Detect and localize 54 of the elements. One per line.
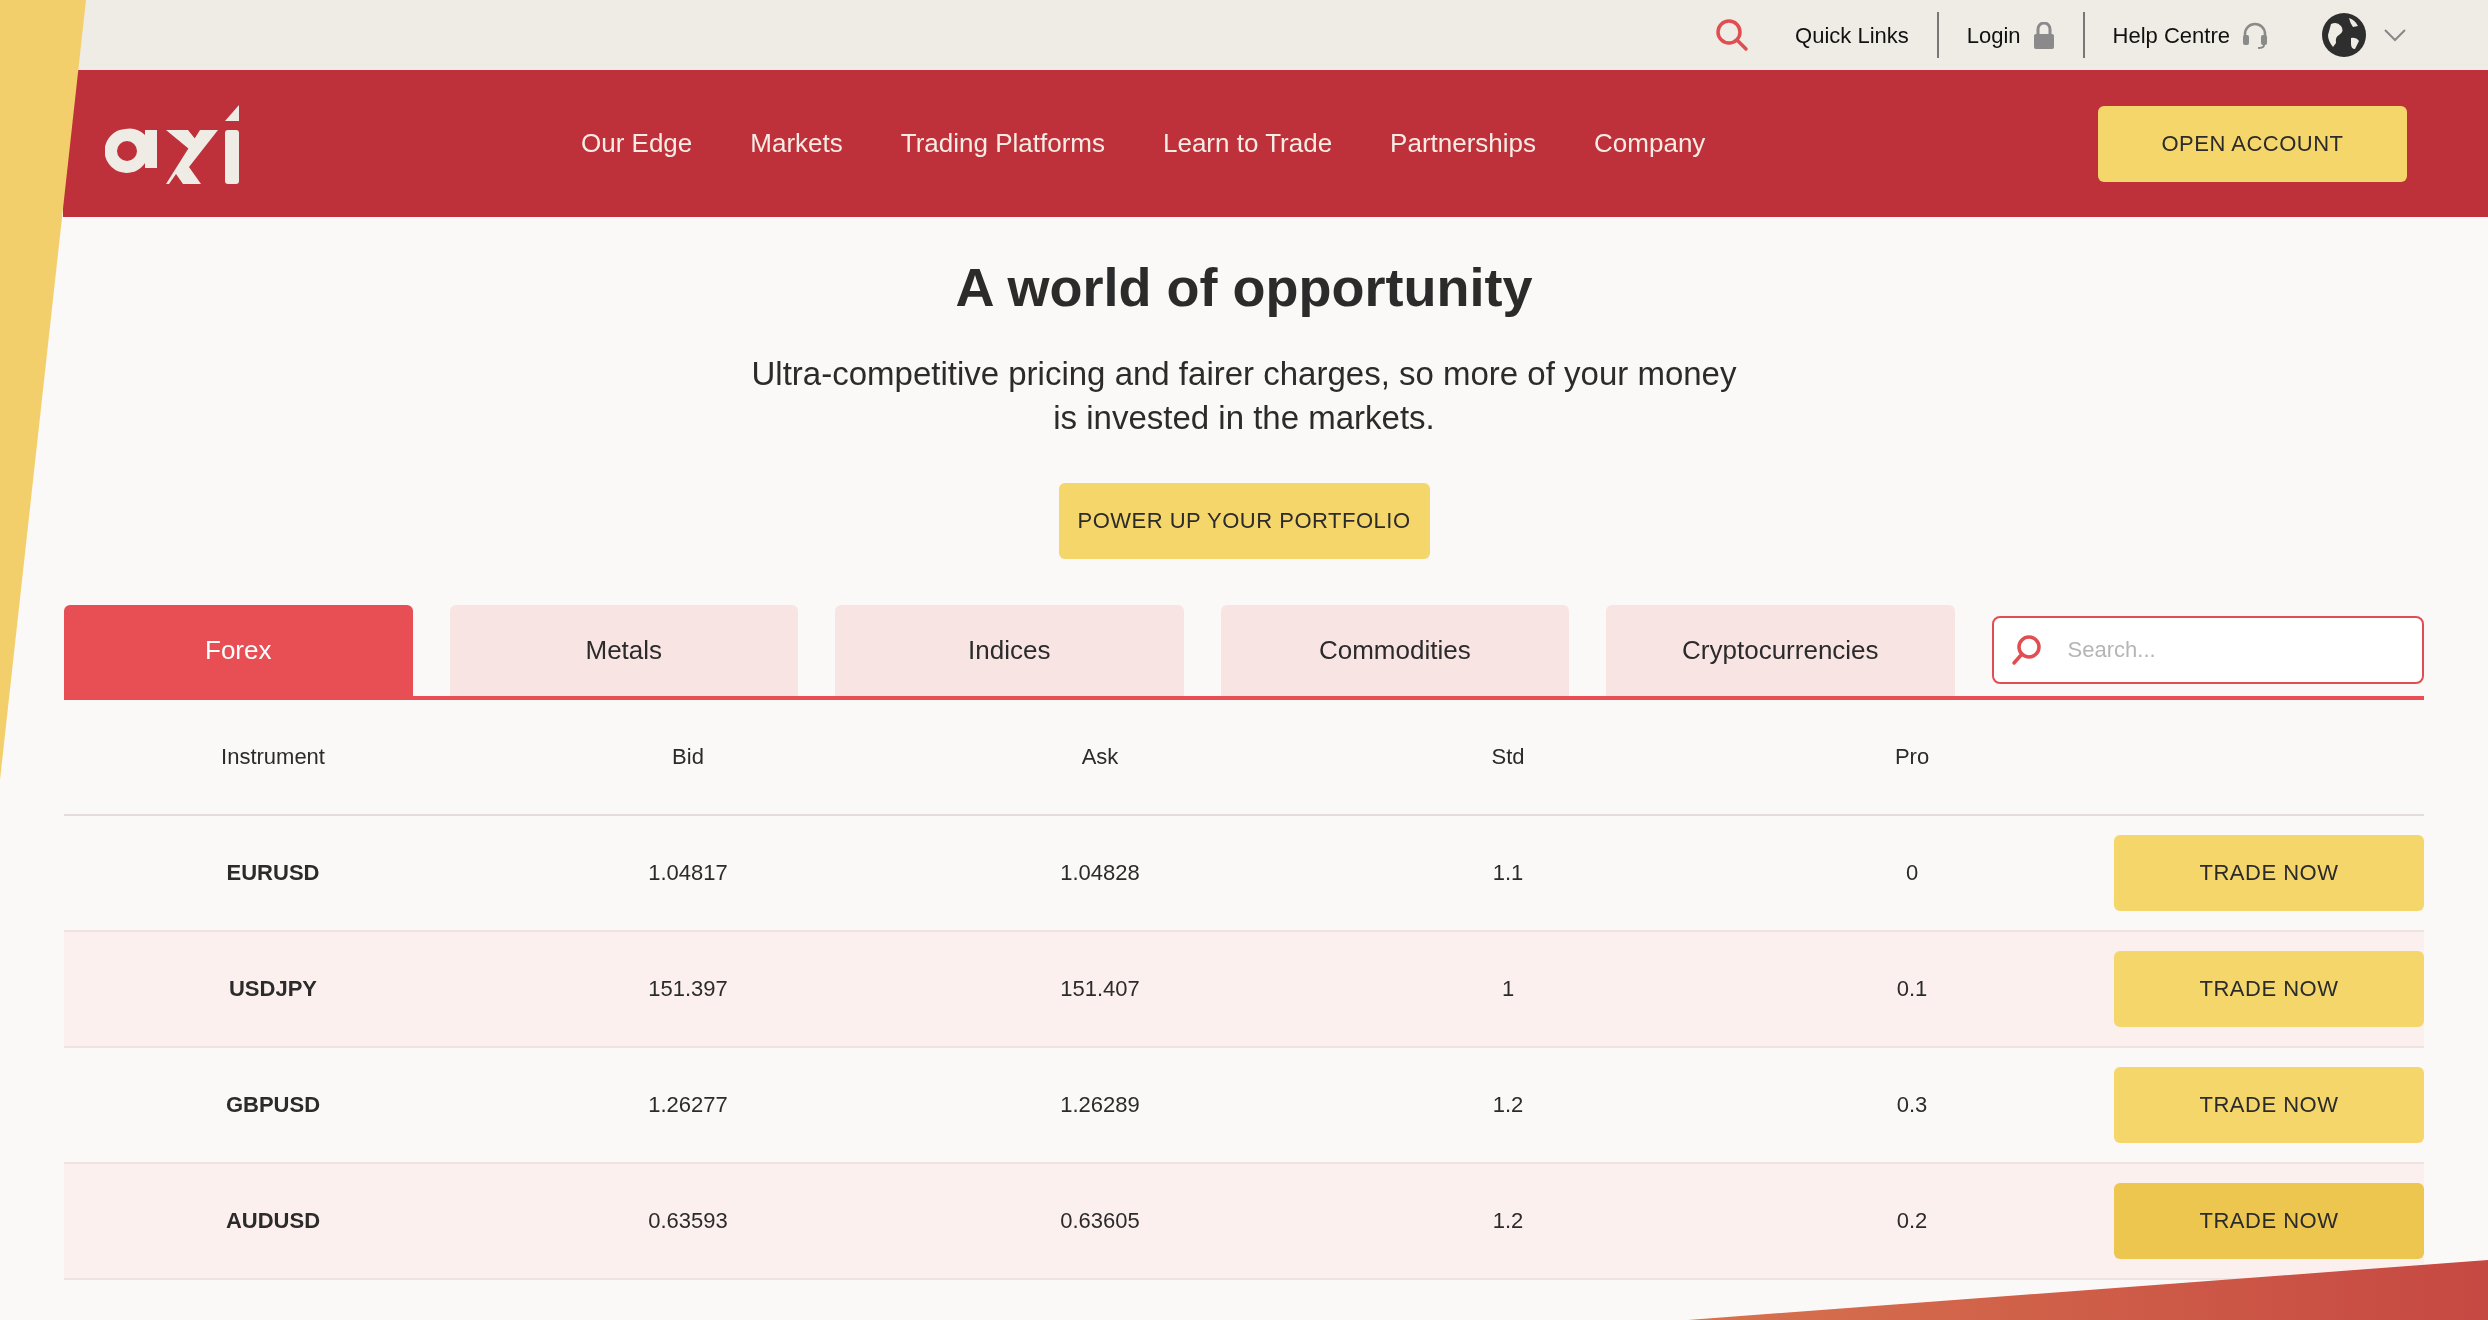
category-tab[interactable]: Metals [449, 604, 799, 696]
table-cell-text: 1.04828 [1059, 859, 1141, 888]
chevron-down-icon [2383, 28, 2407, 42]
table-cell-text: 1.04817 [647, 859, 729, 888]
column-header: Instrument [220, 743, 326, 772]
table-cell-text: 1 [1500, 975, 1516, 1004]
page-heading: A world of opportunity [954, 256, 1534, 319]
table-cell-text: 151.407 [1059, 975, 1141, 1004]
lock-icon [2032, 21, 2055, 49]
nav-link[interactable]: Trading Platforms [900, 124, 1105, 163]
category-tab[interactable]: Cryptocurrencies [1606, 604, 1955, 696]
trade-now-button[interactable]: TRADE NOW [2114, 950, 2424, 1027]
table-cell-text: 0.2 [1895, 1207, 1929, 1236]
instrument-link[interactable]: GBPUSD [225, 1092, 321, 1118]
table-cell-text: 1.2 [1491, 1207, 1525, 1236]
category-tab[interactable]: Commodities [1220, 604, 1570, 696]
table-cell-text: 1.1 [1491, 859, 1525, 888]
table-cell-text: 151.397 [647, 975, 729, 1004]
column-header: Std [1490, 743, 1526, 772]
column-header: Ask [1080, 743, 1120, 772]
nav-link[interactable]: Our Edge [581, 124, 693, 163]
search-field[interactable]: Search... [1991, 615, 2424, 684]
instrument-link[interactable]: USDJPY [228, 976, 317, 1002]
table-cell-text: 0.63593 [647, 1207, 729, 1236]
open-account-button[interactable]: OPEN ACCOUNT [2098, 105, 2407, 182]
table-cell-text: 0 [1904, 859, 1920, 888]
table-cell-text: 1.26289 [1059, 1091, 1141, 1120]
table-cell-text: 0.1 [1895, 975, 1929, 1004]
trade-now-button[interactable]: TRADE NOW [2114, 1182, 2424, 1259]
instrument-link[interactable]: EURUSD [226, 860, 320, 886]
hero-subtitle: Ultra-competitive pricing and fairer charges, so more of your money is invested in the markets. [750, 353, 1738, 439]
login-link[interactable]: Login [1938, 18, 2083, 52]
globe-icon [2321, 12, 2367, 58]
column-header: Bid [671, 743, 705, 772]
help-centre-link[interactable]: Help Centre [2084, 18, 2296, 52]
column-header: Pro [1893, 743, 1931, 772]
headset-icon [2242, 21, 2268, 49]
category-tab[interactable]: Indices [835, 604, 1184, 696]
search-icon [2009, 632, 2044, 667]
table-cell-text: 0.3 [1895, 1091, 1929, 1120]
trade-now-button[interactable]: TRADE NOW [2114, 1066, 2424, 1143]
table-cell-text: 1.2 [1491, 1091, 1525, 1120]
category-tab[interactable]: Forex [64, 604, 413, 696]
table-cell-text: 1.26277 [647, 1091, 729, 1120]
nav-link[interactable]: Markets [750, 124, 843, 163]
language-button[interactable] [2320, 11, 2408, 59]
table-cell-text: 0.63605 [1059, 1207, 1141, 1236]
nav-link[interactable]: Partnerships [1390, 124, 1537, 163]
nav-link[interactable]: Company [1594, 124, 1706, 163]
nav-link[interactable]: Learn to Trade [1163, 124, 1333, 163]
trade-now-button[interactable]: TRADE NOW [2114, 834, 2424, 911]
instrument-link[interactable]: AUDUSD [225, 1208, 321, 1234]
power-up-button[interactable]: POWER UP YOUR PORTFOLIO [1058, 482, 1430, 559]
quick-links-link[interactable]: Quick Links [1767, 18, 1937, 52]
